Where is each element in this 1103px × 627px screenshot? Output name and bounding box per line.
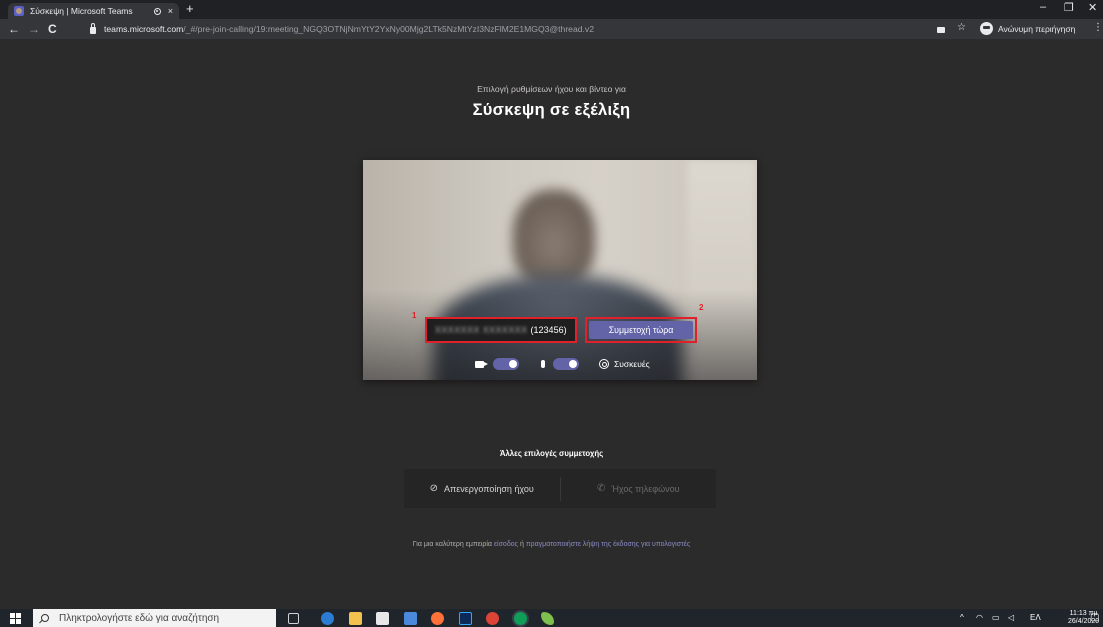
footer-prefix: Για μια καλύτερη εμπειρία <box>412 541 492 548</box>
file-explorer-icon[interactable] <box>349 612 362 625</box>
search-placeholder: Πληκτρολογήστε εδώ για αναζήτηση <box>59 612 220 624</box>
tray-chevron-icon[interactable]: ^ <box>960 613 964 622</box>
browser-toolbar: ← → C teams.microsoft.com /_#/pre-join-c… <box>0 19 1103 39</box>
join-now-button[interactable]: Συμμετοχή τώρα <box>589 321 693 339</box>
language-indicator[interactable]: ΕΛ <box>1030 613 1041 622</box>
audio-off-option[interactable]: ⊘ Απενεργοποίηση ήχου <box>404 483 560 494</box>
footer-hint: Για μια καλύτερη εμπειρία είσοδος ή πραγ… <box>0 541 1103 548</box>
minimize-button[interactable]: – <box>1040 1 1046 13</box>
incognito-icon <box>980 22 993 35</box>
name-id: (123456) <box>530 325 567 335</box>
reload-button[interactable]: C <box>48 21 57 37</box>
battery-icon[interactable]: ▭ <box>992 613 1000 622</box>
mic-control <box>541 358 579 370</box>
recording-indicator-icon <box>153 7 161 15</box>
download-desktop-link[interactable]: πραγματοποιήστε λήψη της έκδοσης για υπο… <box>526 541 690 548</box>
app-icon[interactable] <box>404 612 417 625</box>
windows-start-icon[interactable] <box>10 613 21 624</box>
camera-icon <box>475 360 488 368</box>
photoshop-icon[interactable] <box>459 612 472 625</box>
chrome-icon[interactable] <box>486 612 499 625</box>
notifications-icon[interactable]: ▢ <box>1090 612 1099 623</box>
phone-icon: ✆ <box>596 483 606 494</box>
address-bar[interactable]: teams.microsoft.com /_#/pre-join-calling… <box>80 21 870 37</box>
paint-icon[interactable] <box>541 612 554 625</box>
join-button-highlight: Συμμετοχή τώρα <box>585 317 697 343</box>
other-join-options: ⊘ Απενεργοποίηση ήχου ✆ Ήχος τηλεφώνου <box>404 469 716 508</box>
teams-favicon-icon <box>14 6 24 16</box>
other-join-options-heading: Άλλες επιλογές συμμετοχής <box>499 449 604 458</box>
url-path: /_#/pre-join-calling/19:meeting_NGQ3OTNj… <box>183 24 594 34</box>
camera-in-use-icon[interactable] <box>937 25 945 36</box>
camera-toggle[interactable] <box>493 358 519 370</box>
audio-off-label: Απενεργοποίηση ήχου <box>444 483 534 494</box>
edge-icon[interactable] <box>321 612 334 625</box>
store-icon[interactable] <box>376 612 389 625</box>
blurred-name: ΧΧΧΧΧΧΧ ΧΧΧΧΧΧΧ <box>435 325 528 335</box>
maximize-button[interactable]: ❐ <box>1064 1 1074 14</box>
phone-audio-option[interactable]: ✆ Ήχος τηλεφώνου <box>561 483 717 494</box>
meeting-title: Σύσκεψη σε εξέλιξη <box>472 101 631 119</box>
tab-title: Σύσκεψη | Microsoft Teams <box>30 6 133 16</box>
url-host: teams.microsoft.com <box>104 24 184 34</box>
back-button[interactable]: ← <box>8 21 20 37</box>
forward-button[interactable]: → <box>28 21 40 37</box>
bookmark-star-icon[interactable]: ☆ <box>957 22 966 33</box>
microphone-icon <box>541 360 545 368</box>
browser-tab-strip: Σύσκεψη | Microsoft Teams × + – ❐ ✕ <box>0 0 1103 19</box>
video-control <box>475 358 519 370</box>
browser-menu-icon[interactable]: ⋮ <box>1093 22 1103 33</box>
taskbar-search-input[interactable]: Πληκτρολογήστε εδώ για αναζήτηση <box>33 609 276 627</box>
phone-audio-label: Ήχος τηλεφώνου <box>611 483 680 494</box>
volume-icon[interactable]: ◁ <box>1008 613 1014 622</box>
search-icon <box>41 614 49 622</box>
tab-teams[interactable]: Σύσκεψη | Microsoft Teams × <box>8 3 179 19</box>
sign-in-link[interactable]: είσοδος <box>494 541 518 548</box>
footer-middle: ή <box>519 541 524 548</box>
windows-taskbar: Πληκτρολογήστε εδώ για αναζήτηση ^ ◠ ▭ ◁… <box>0 609 1103 627</box>
new-tab-button[interactable]: + <box>186 2 194 16</box>
video-preview <box>363 160 757 380</box>
speaker-off-icon: ⊘ <box>429 483 439 494</box>
devices-label: Συσκευές <box>614 359 650 369</box>
display-name-field[interactable]: ΧΧΧΧΧΧΧ ΧΧΧΧΧΧΧ (123456) <box>425 317 577 343</box>
lock-icon <box>90 22 96 34</box>
annotation-marker-1: 1 <box>412 311 417 320</box>
firefox-icon[interactable] <box>431 612 444 625</box>
tab-close-icon[interactable]: × <box>168 6 173 16</box>
devices-button[interactable]: Συσκευές <box>599 359 650 369</box>
prejoin-subtitle: Επιλογή ρυθμίσεων ήχου και βίντεο για <box>477 84 626 94</box>
wifi-icon[interactable]: ◠ <box>976 613 983 622</box>
gear-icon <box>599 359 609 369</box>
profile-label: Ανώνυμη περιήγηση <box>998 23 1076 34</box>
microphone-toggle[interactable] <box>553 358 579 370</box>
task-view-icon[interactable] <box>288 613 299 624</box>
window-close-button[interactable]: ✕ <box>1088 1 1097 14</box>
chrome-incognito-icon[interactable] <box>514 612 527 625</box>
annotation-marker-2: 2 <box>699 303 704 312</box>
incognito-profile-button[interactable]: Ανώνυμη περιήγηση <box>980 22 1075 35</box>
